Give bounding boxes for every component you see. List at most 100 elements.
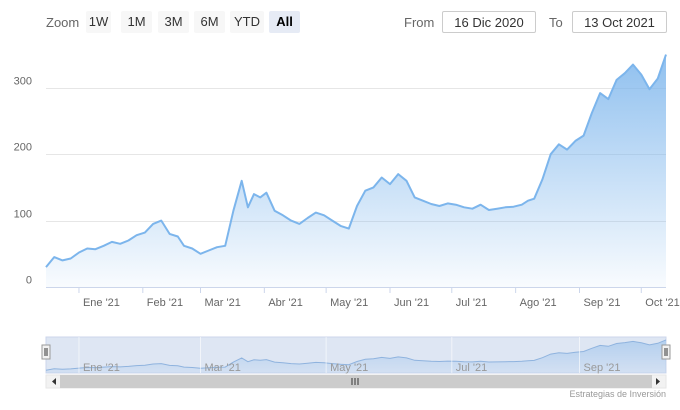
data-point bbox=[471, 207, 474, 210]
data-point bbox=[314, 211, 317, 214]
x-tick-label: Jul '21 bbox=[456, 297, 487, 309]
data-point bbox=[61, 259, 64, 262]
data-point bbox=[533, 197, 536, 200]
data-point bbox=[599, 92, 602, 95]
x-tick-label: Ene '21 bbox=[83, 297, 120, 309]
data-point bbox=[590, 112, 593, 115]
data-point bbox=[504, 206, 507, 209]
chart-canvas: 0 100 200 300 Ene '21 Feb '21 Mar '21 Abr '21 Ma… bbox=[14, 53, 680, 389]
data-point bbox=[339, 225, 342, 228]
data-point bbox=[372, 186, 375, 189]
data-point bbox=[144, 231, 147, 234]
data-point bbox=[152, 223, 155, 226]
navigator[interactable]: Ene '21 Mar '21 May '21 Jul '21 Sep '21 bbox=[41, 336, 671, 389]
series-area-fill bbox=[46, 54, 666, 287]
data-point bbox=[331, 219, 334, 222]
data-point bbox=[78, 251, 81, 254]
data-point bbox=[282, 214, 285, 217]
data-point bbox=[648, 88, 651, 91]
data-point bbox=[665, 53, 668, 56]
data-point bbox=[160, 219, 163, 222]
data-point bbox=[549, 153, 552, 156]
navigator-label: Jul '21 bbox=[456, 362, 487, 374]
data-point bbox=[323, 214, 326, 217]
data-point bbox=[607, 98, 610, 101]
x-tick-label: May '21 bbox=[330, 297, 368, 309]
y-tick-label: 200 bbox=[14, 142, 32, 154]
data-point bbox=[232, 209, 235, 212]
data-point bbox=[380, 176, 383, 179]
x-tick-label: Jun '21 bbox=[394, 297, 429, 309]
data-point bbox=[512, 205, 515, 208]
data-point bbox=[207, 249, 210, 252]
data-point bbox=[69, 257, 72, 260]
data-point bbox=[259, 196, 262, 199]
data-point bbox=[413, 196, 416, 199]
data-point bbox=[191, 247, 194, 250]
data-point bbox=[253, 193, 256, 196]
scrollbar-thumb bbox=[60, 375, 652, 388]
x-tick-label: Oct '21 bbox=[645, 297, 680, 309]
data-point bbox=[298, 223, 301, 226]
data-point bbox=[582, 134, 585, 137]
data-point bbox=[111, 241, 114, 244]
data-point bbox=[463, 206, 466, 209]
data-point bbox=[479, 203, 482, 206]
data-point bbox=[265, 191, 268, 194]
navigator-left-handle[interactable] bbox=[41, 344, 51, 360]
data-point bbox=[53, 256, 56, 259]
data-point bbox=[356, 205, 359, 208]
data-point bbox=[446, 202, 449, 205]
data-point bbox=[496, 207, 499, 210]
navigator-label: Ene '21 bbox=[83, 362, 120, 374]
x-tick-label: Ago '21 bbox=[520, 297, 557, 309]
data-point bbox=[199, 252, 202, 255]
data-point bbox=[224, 244, 227, 247]
data-point bbox=[615, 79, 618, 82]
data-point bbox=[45, 266, 48, 269]
data-point bbox=[541, 178, 544, 181]
y-tick-label: 100 bbox=[14, 209, 32, 221]
data-point bbox=[102, 244, 105, 247]
navigator-right-handle[interactable] bbox=[661, 344, 671, 360]
data-point bbox=[405, 179, 408, 182]
y-tick-label: 300 bbox=[14, 76, 32, 88]
x-tick-label: Feb '21 bbox=[147, 297, 183, 309]
data-point bbox=[168, 233, 171, 236]
data-point bbox=[183, 244, 186, 247]
data-point bbox=[94, 248, 97, 251]
data-point bbox=[430, 203, 433, 206]
data-point bbox=[397, 173, 400, 176]
data-point bbox=[656, 77, 659, 80]
data-point bbox=[240, 179, 243, 182]
data-point bbox=[127, 239, 130, 242]
data-point bbox=[290, 219, 293, 222]
handle-body bbox=[41, 344, 51, 360]
data-point bbox=[176, 235, 179, 238]
data-point bbox=[527, 199, 530, 202]
data-point bbox=[135, 234, 138, 237]
x-tick-label: Mar '21 bbox=[204, 297, 240, 309]
credits-label[interactable]: Estrategias de Inversión bbox=[569, 389, 666, 399]
data-point bbox=[574, 140, 577, 143]
data-point bbox=[422, 199, 425, 202]
data-point bbox=[306, 217, 309, 220]
data-point bbox=[438, 205, 441, 208]
navigator-label: May '21 bbox=[330, 362, 368, 374]
scrollbar[interactable] bbox=[45, 374, 667, 389]
y-tick-label: 0 bbox=[26, 275, 32, 287]
navigator-label: Sep '21 bbox=[583, 362, 620, 374]
data-point bbox=[389, 183, 392, 186]
data-point bbox=[558, 143, 561, 146]
data-point bbox=[273, 209, 276, 212]
data-point bbox=[216, 246, 219, 249]
stock-chart: Zoom 1W 1M 3M 6M YTD All From 16 Dic 2020 To … bbox=[0, 0, 680, 410]
data-point bbox=[86, 247, 89, 250]
data-point bbox=[640, 73, 643, 76]
data-point bbox=[347, 227, 350, 230]
handle-body bbox=[661, 344, 671, 360]
data-point bbox=[488, 209, 491, 212]
data-point bbox=[623, 72, 626, 75]
data-point bbox=[364, 189, 367, 192]
data-point bbox=[247, 206, 250, 209]
